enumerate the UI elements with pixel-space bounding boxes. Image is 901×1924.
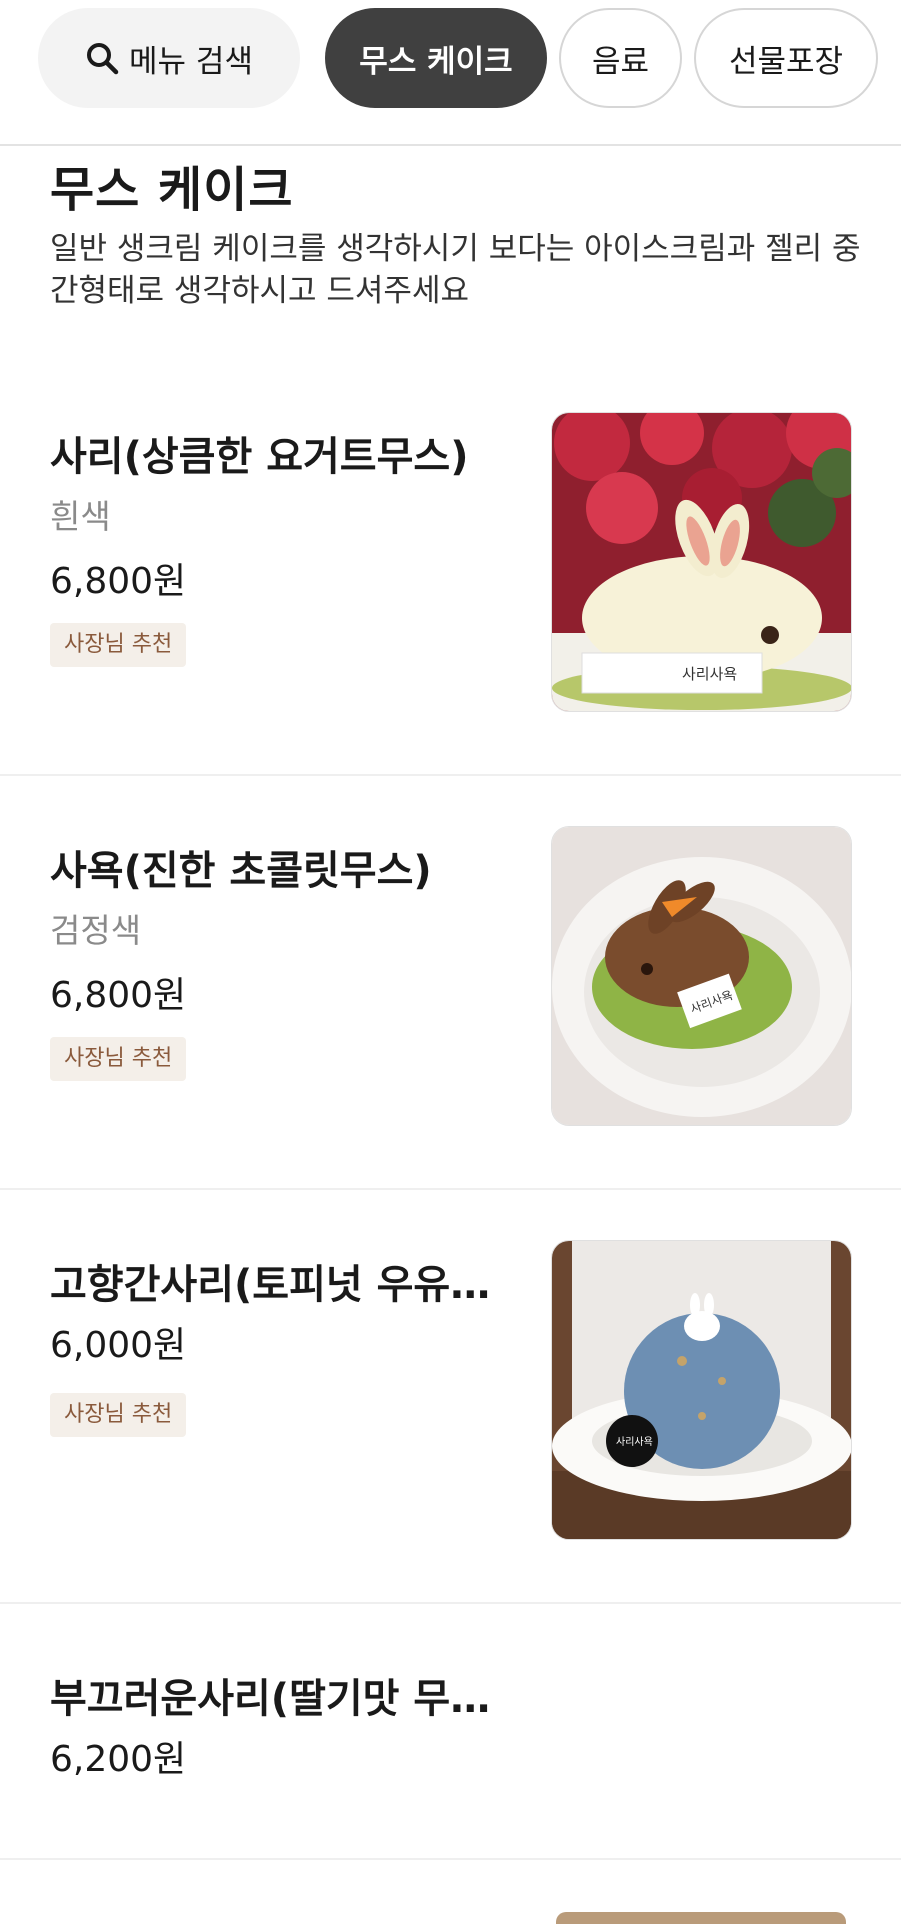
item-price: 6,000원 (50, 1325, 187, 1366)
search-icon (87, 43, 119, 75)
item-photo: 사리사욕 (551, 1240, 852, 1540)
tab-mousse-cake[interactable]: 무스 케이크 (325, 8, 547, 108)
item-color: 흰색 (50, 497, 111, 536)
tab-drinks[interactable]: 음료 (559, 8, 682, 108)
item-price: 6,800원 (50, 561, 187, 602)
item-name: 사리(상큼한 요거트무스) (50, 434, 469, 480)
item-name: 사욕(진한 초콜릿무스) (50, 848, 432, 894)
item-name: 부끄러운사리(딸기맛 무스) (50, 1676, 500, 1722)
item-photo: 사리사욕 (551, 412, 852, 712)
recommend-badge: 사장님 추천 (50, 1037, 187, 1081)
recommend-badge: 사장님 추천 (50, 623, 187, 667)
item-photo: 사리사욕 (551, 826, 852, 1126)
item-name: 고향간사리(토피넛 우유무스) (50, 1262, 500, 1308)
menu-item[interactable]: 사욕(진한 초콜릿무스) 검정색 6,800원 사장님 추천 사리사욕 (0, 776, 901, 1190)
photo-label: 사리사욕 (616, 1436, 653, 1448)
section-description: 일반 생크림 케이크를 생각하시기 보다는 아이스크림과 젤리 중간형태로 생각… (50, 231, 861, 309)
photo-label: 사리사욕 (682, 665, 737, 683)
menu-search-label: 메뉴 검색 (129, 43, 253, 80)
menu-item[interactable]: 부끄러운사리(딸기맛 무스) 6,200원 (0, 1604, 901, 1860)
item-price: 6,200원 (50, 1739, 187, 1780)
menu-search-button[interactable]: 메뉴 검색 (38, 8, 300, 108)
category-bar: 메뉴 검색 무스 케이크 음료 선물포장 (0, 0, 901, 146)
next-item-photo (556, 1912, 846, 1924)
tab-gift-wrap[interactable]: 선물포장 (694, 8, 878, 108)
menu-item[interactable]: 사리(상큼한 요거트무스) 흰색 6,800원 사장님 추천 사리사욕 (0, 362, 901, 776)
menu-item[interactable]: 고향간사리(토피넛 우유무스) 6,000원 사장님 추천 사리사욕 (0, 1190, 901, 1604)
section-title: 무스 케이크 (50, 162, 294, 218)
recommend-badge: 사장님 추천 (50, 1393, 187, 1437)
item-price: 6,800원 (50, 975, 187, 1016)
item-color: 검정색 (50, 911, 142, 950)
